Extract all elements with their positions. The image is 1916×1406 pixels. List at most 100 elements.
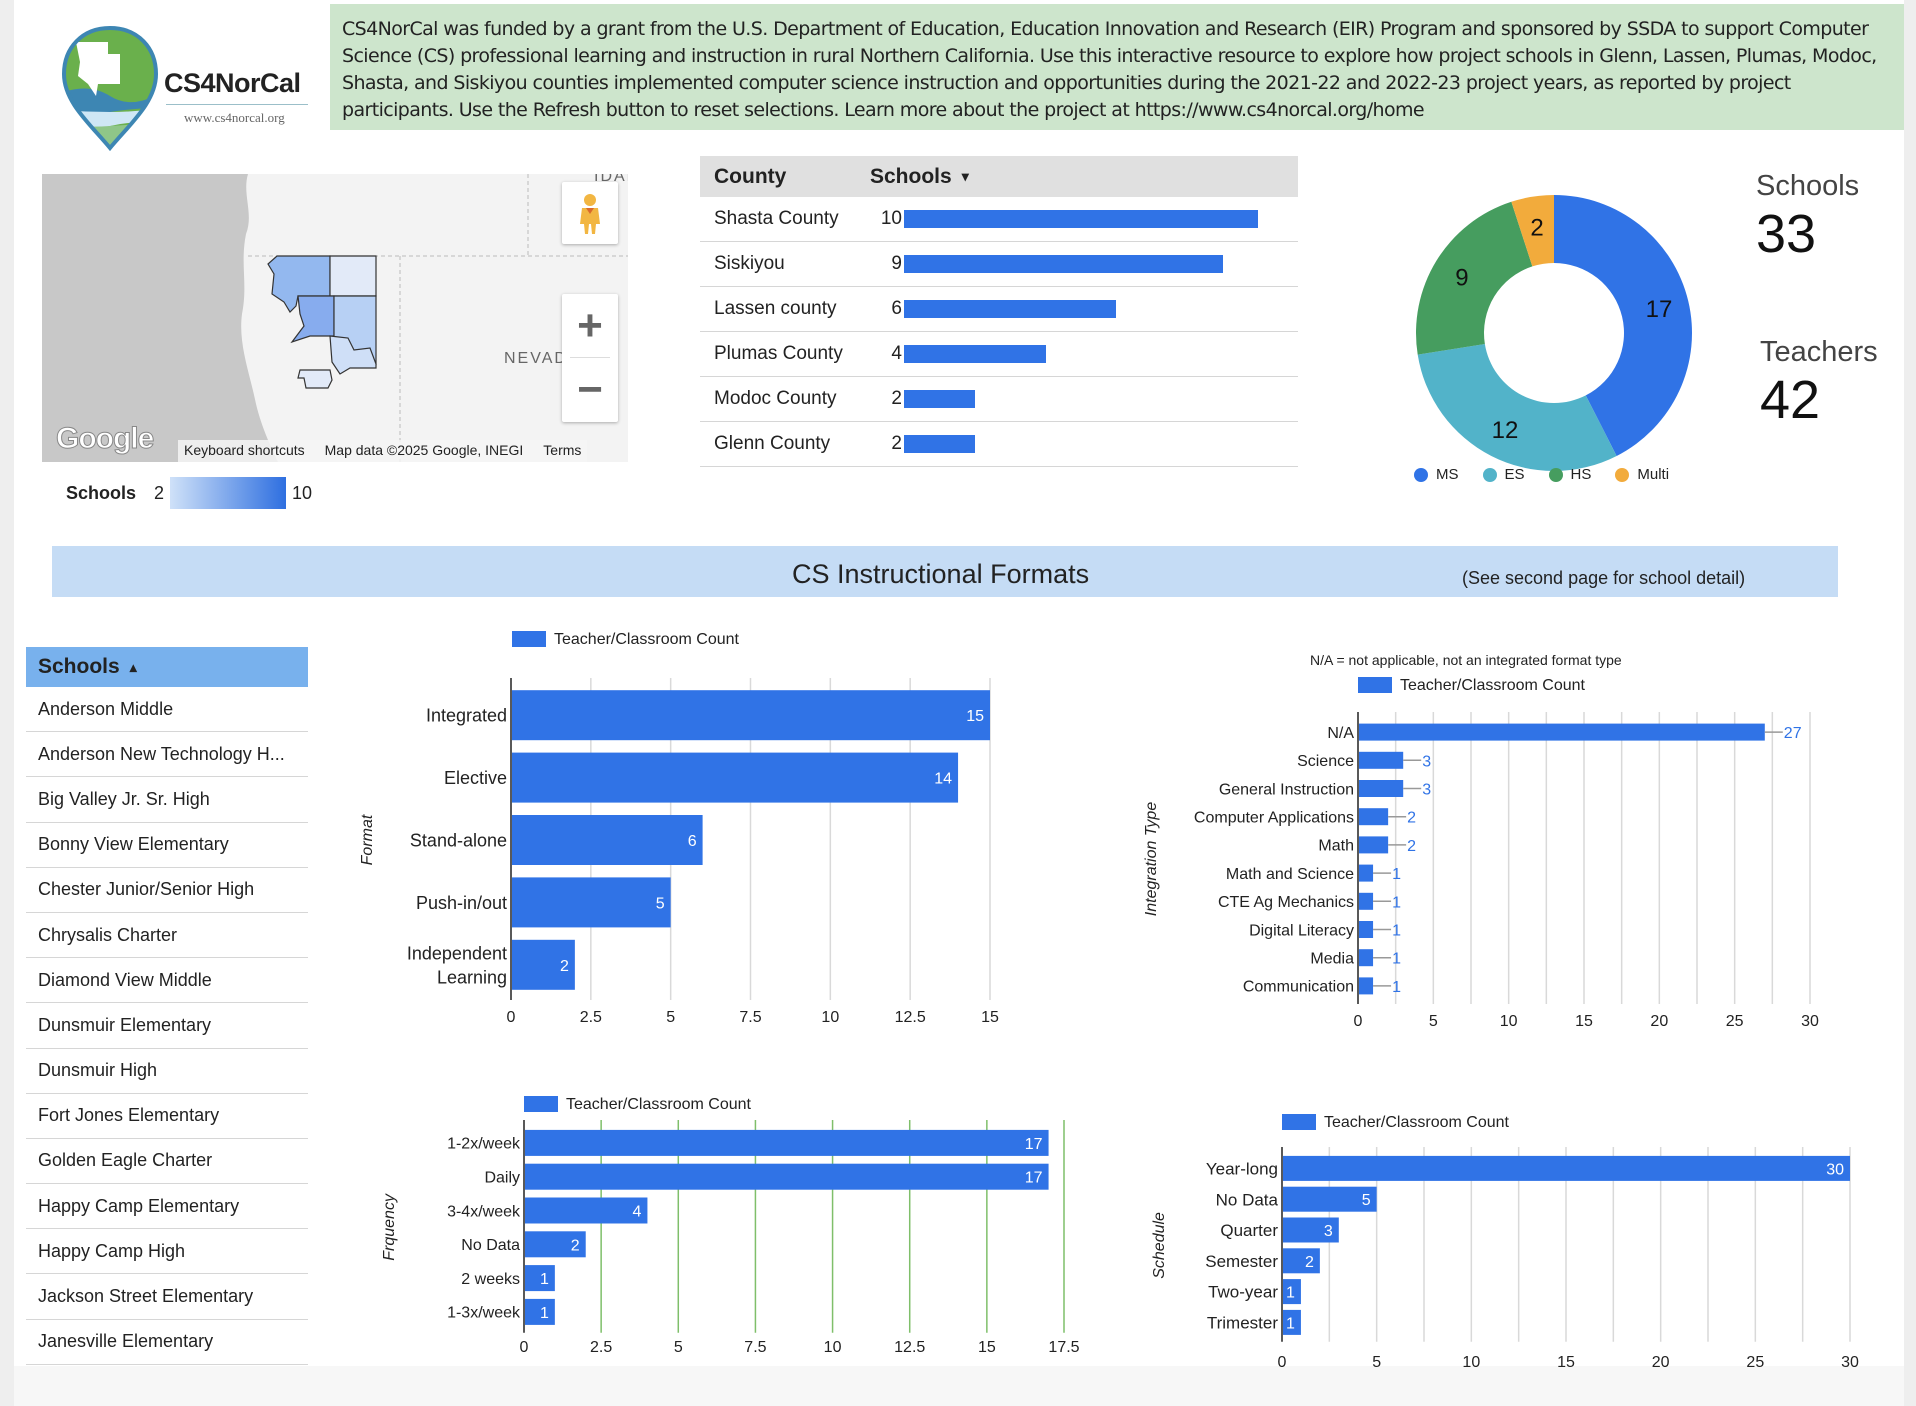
school-list-item[interactable]: Dunsmuir High xyxy=(26,1049,308,1094)
bar[interactable] xyxy=(1283,1155,1850,1181)
legend-item-multi[interactable]: Multi xyxy=(1615,466,1669,483)
legend-dot-icon xyxy=(1482,467,1497,482)
bar[interactable] xyxy=(1359,780,1404,797)
bar[interactable] xyxy=(512,752,959,803)
school-list-item[interactable]: Big Valley Jr. Sr. High xyxy=(26,777,308,823)
bar[interactable] xyxy=(1359,836,1389,854)
bar[interactable] xyxy=(1359,892,1374,910)
legend-dot-icon xyxy=(1548,467,1563,482)
terms-link[interactable]: Terms xyxy=(543,442,581,460)
school-list-item[interactable]: Anderson New Technology H... xyxy=(26,732,308,778)
county-school-count: 10 xyxy=(880,208,902,229)
bar[interactable] xyxy=(1359,949,1374,967)
legend-item-es[interactable]: ES xyxy=(1482,466,1525,483)
sort-ascending-icon: ▴ xyxy=(129,658,137,675)
bar[interactable] xyxy=(1359,864,1374,882)
bar[interactable] xyxy=(525,1163,1049,1190)
x-tick-label: 5 xyxy=(1429,1013,1438,1030)
county-modoc[interactable] xyxy=(329,255,377,297)
school-list-item[interactable]: Chester Junior/Senior High xyxy=(26,868,308,913)
x-tick-label: 0 xyxy=(1278,1354,1287,1371)
y-axis-title: Frquency xyxy=(381,1193,398,1261)
x-tick-label: 10 xyxy=(824,1339,842,1356)
county-map[interactable]: IDAH NEVADA + − Google Keyboard shortcut… xyxy=(42,174,628,462)
school-list-item[interactable]: Jackson Street Elementary xyxy=(26,1274,308,1320)
google-logo: Google xyxy=(55,422,154,456)
school-list-item[interactable]: Anderson Middle xyxy=(26,687,308,733)
county-row[interactable]: Plumas County 4 xyxy=(700,332,1298,377)
category-label: CTE Ag Mechanics xyxy=(1218,894,1354,911)
bar-value-label: 1 xyxy=(1286,1315,1295,1332)
map-canvas[interactable] xyxy=(42,174,628,462)
x-tick-label: 15 xyxy=(978,1339,996,1356)
category-label: Semester xyxy=(1205,1252,1278,1271)
legend-item-ms[interactable]: MS xyxy=(1414,466,1459,483)
x-tick-label: 20 xyxy=(1652,1354,1670,1371)
bar[interactable] xyxy=(1359,723,1765,741)
bar[interactable] xyxy=(525,1129,1049,1156)
sort-descending-icon: ▾ xyxy=(961,168,969,184)
x-tick-label: 12.5 xyxy=(894,1339,925,1356)
zoom-out-button[interactable]: − xyxy=(562,358,618,422)
x-tick-label: 5 xyxy=(674,1339,683,1356)
legend-label: Multi xyxy=(1637,466,1670,483)
keyboard-shortcuts-link[interactable]: Keyboard shortcuts xyxy=(184,442,305,460)
bar[interactable] xyxy=(1359,751,1404,769)
category-label: Integrated xyxy=(426,706,507,726)
bar[interactable] xyxy=(1283,1248,1320,1274)
school-list-item[interactable]: Chrysalis Charter xyxy=(26,913,308,959)
bar[interactable] xyxy=(512,690,990,741)
county-school-bar xyxy=(904,255,1223,273)
county-name: Modoc County xyxy=(714,388,837,409)
county-glenn[interactable] xyxy=(297,369,333,389)
legend-swatch-icon xyxy=(1358,677,1392,693)
school-list-item[interactable]: Janesville Elementary xyxy=(26,1320,308,1365)
county-row[interactable]: Lassen county 6 xyxy=(700,287,1298,332)
school-list-item[interactable]: Fort Jones Elementary xyxy=(26,1094,308,1139)
county-row[interactable]: Siskiyou 9 xyxy=(700,242,1298,287)
category-label: Computer Applications xyxy=(1194,809,1354,826)
section-note: (See second page for school detail) xyxy=(1462,568,1746,588)
donut-slice-es[interactable] xyxy=(1417,343,1617,471)
county-row[interactable]: Shasta County 10 xyxy=(700,197,1298,242)
bar[interactable] xyxy=(1359,921,1374,938)
county-school-count: 6 xyxy=(891,298,902,319)
x-tick-label: 0 xyxy=(507,1009,516,1026)
bar[interactable] xyxy=(512,877,671,928)
bar[interactable] xyxy=(1359,977,1374,995)
ocean-area xyxy=(42,174,278,462)
school-list-item[interactable]: Happy Camp Elementary xyxy=(26,1184,308,1230)
bar-value-label: 3 xyxy=(1422,753,1431,770)
category-label: No Data xyxy=(461,1237,520,1254)
category-label: 3-4x/week xyxy=(447,1203,521,1220)
legend-dot-icon xyxy=(1615,467,1630,482)
county-school-bar xyxy=(904,390,975,408)
legend-item-hs[interactable]: HS xyxy=(1548,466,1592,483)
county-shasta[interactable] xyxy=(290,295,335,344)
school-list-item[interactable]: Diamond View Middle xyxy=(26,958,308,1004)
county-school-bar xyxy=(904,210,1258,228)
bar-value-label: 2 xyxy=(1305,1254,1314,1271)
x-tick-label: 5 xyxy=(666,1009,675,1026)
county-row[interactable]: Modoc County 2 xyxy=(700,377,1298,422)
zoom-in-button[interactable]: + xyxy=(562,294,618,358)
school-list-item[interactable]: Bonny View Elementary xyxy=(26,823,308,868)
schools-list-header[interactable]: Schools ▴ xyxy=(26,647,308,687)
logo-brand-text: CS4NorCal xyxy=(164,68,301,98)
legend-label: HS xyxy=(1570,466,1592,483)
schools-list-title: Schools xyxy=(38,655,120,678)
county-row[interactable]: Glenn County 2 xyxy=(700,422,1298,467)
bar[interactable] xyxy=(525,1197,648,1224)
county-column-header[interactable]: County xyxy=(700,165,870,189)
schools-column-header[interactable]: Schools ▾ xyxy=(870,165,969,189)
street-view-pegman-button[interactable] xyxy=(562,182,618,244)
school-list-item[interactable]: Dunsmuir Elementary xyxy=(26,1003,308,1049)
donut-slice-hs[interactable] xyxy=(1416,201,1533,355)
school-list-item[interactable]: Happy Camp High xyxy=(26,1229,308,1275)
bar[interactable] xyxy=(1359,808,1389,826)
x-tick-label: 0 xyxy=(1354,1013,1363,1030)
bar[interactable] xyxy=(512,815,703,865)
legend-label: MS xyxy=(1436,466,1459,483)
school-list-item[interactable]: Golden Eagle Charter xyxy=(26,1139,308,1185)
bar-value-label: 1 xyxy=(1286,1285,1295,1302)
